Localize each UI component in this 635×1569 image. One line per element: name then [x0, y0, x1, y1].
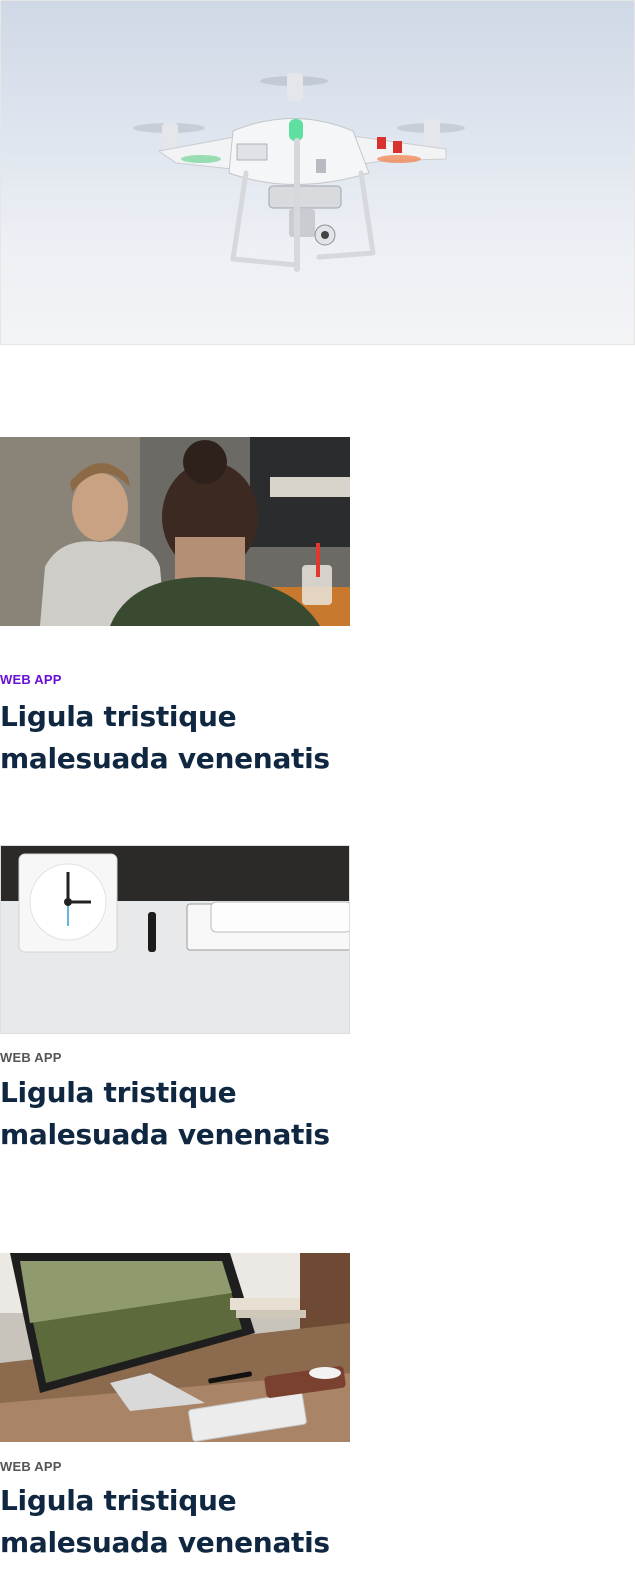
category-label[interactable]: WEB APP [0, 1459, 62, 1474]
post-card[interactable]: WEB APP Ligula tristique malesuada venen… [0, 1253, 350, 1559]
clock-desk-photo[interactable] [0, 845, 350, 1034]
category-label[interactable]: WEB APP [0, 1050, 62, 1065]
post-title[interactable]: Ligula tristique malesuada venenatis [0, 1480, 350, 1564]
post-card[interactable]: WEB APP Ligula tristique malesuada venen… [0, 845, 350, 1151]
hero-drone-image [0, 0, 635, 345]
post-title[interactable]: Ligula tristique malesuada venenatis [0, 1072, 350, 1156]
drone-illustration [133, 73, 465, 272]
monitor-desk-photo[interactable] [0, 1253, 350, 1442]
meeting-photo[interactable] [0, 437, 350, 626]
category-label[interactable]: WEB APP [0, 672, 62, 687]
post-card[interactable]: WEB APP Ligula tristique malesuada venen… [0, 437, 350, 775]
post-title[interactable]: Ligula tristique malesuada venenatis [0, 696, 350, 780]
